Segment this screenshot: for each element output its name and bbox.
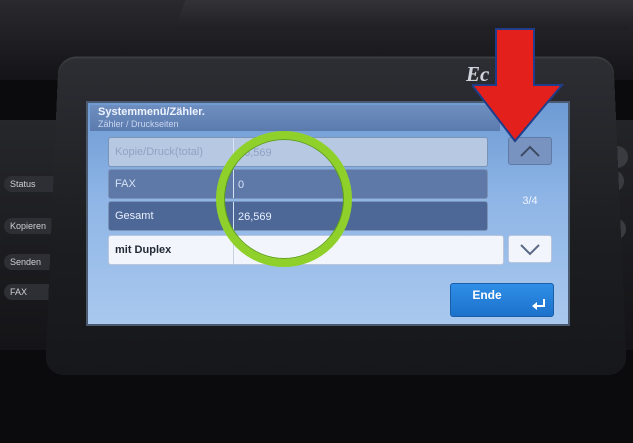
screen-header: Systemmenü/Zähler. Zähler / Druckseiten	[90, 105, 500, 131]
red-down-arrow	[472, 28, 564, 143]
chevron-down-icon	[520, 244, 540, 256]
green-highlight-circle	[216, 131, 352, 267]
status-button[interactable]: Status	[4, 176, 60, 192]
enter-icon	[532, 299, 545, 310]
row-label: FAX	[115, 178, 136, 190]
chevron-up-icon	[520, 145, 540, 157]
breadcrumb: Zähler / Druckseiten	[98, 119, 179, 129]
page-indicator: 3/4	[522, 195, 538, 207]
row-label: Gesamt	[115, 210, 154, 222]
row-label: Kopie/Druck(total)	[115, 146, 204, 158]
row-label: mit Duplex	[115, 244, 172, 256]
page-title: Systemmenü/Zähler.	[98, 106, 205, 118]
end-button-label: Ende	[472, 288, 502, 302]
end-button[interactable]: Ende	[450, 283, 554, 317]
scroll-down-button[interactable]	[508, 235, 552, 263]
printer-casing-strip	[174, 0, 633, 30]
